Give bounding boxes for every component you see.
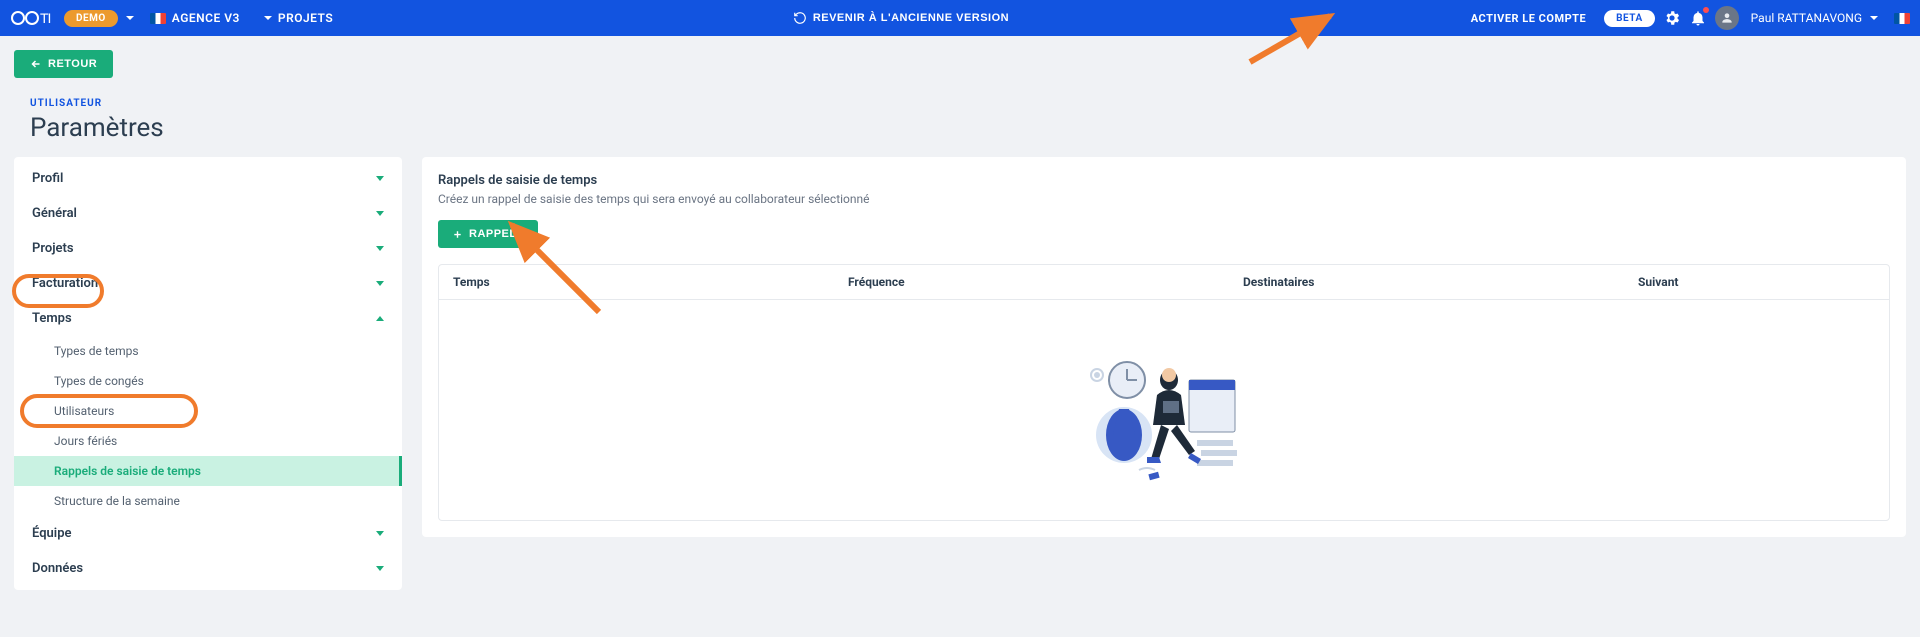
plus-icon [452,229,463,240]
arrow-left-icon [30,58,42,70]
sidebar-item-label: Structure de la semaine [54,494,180,508]
username[interactable]: Paul RATTANAVONG [1747,11,1862,25]
activate-account-button[interactable]: ACTIVER LE COMPTE [1461,12,1596,25]
chevron-down-icon [264,16,272,20]
projects-dropdown[interactable]: PROJETS [256,11,341,25]
bell-icon[interactable] [1689,9,1707,27]
panel-subtitle: Créez un rappel de saisie des temps qui … [438,192,1890,206]
col-frequence: Fréquence [848,275,1243,289]
main-panel: Rappels de saisie de temps Créez un rapp… [422,157,1906,537]
sidebar-section-label: Facturation [32,276,98,291]
sidebar-section-temps[interactable]: Temps [14,301,402,336]
sidebar-section-label: Profil [32,171,63,186]
sidebar-section-general[interactable]: Général [14,196,402,231]
history-icon [793,11,807,25]
logo-icon: TI [10,8,56,28]
beta-badge[interactable]: BETA [1604,10,1655,27]
sidebar-section-projets[interactable]: Projets [14,231,402,266]
sidebar-item-label: Jours fériés [54,434,117,448]
flag-fr-icon[interactable] [1894,13,1910,24]
chevron-down-icon[interactable] [1870,16,1878,20]
table-body-empty [439,300,1889,520]
sidebar: Profil Général Projets Facturation Temps [14,157,402,590]
chevron-down-icon [376,246,384,251]
sidebar-item-structure-semaine[interactable]: Structure de la semaine [14,486,402,516]
page-title: Paramètres [30,113,1906,143]
flag-fr-icon [150,13,166,24]
back-label: RETOUR [48,58,97,70]
sidebar-section-label: Temps [32,311,72,326]
col-destinataires: Destinataires [1243,275,1638,289]
svg-text:TI: TI [40,10,51,26]
layout: Profil Général Projets Facturation Temps [14,157,1906,590]
add-rappels-button[interactable]: RAPPELS [438,220,538,248]
back-button[interactable]: RETOUR [14,50,113,78]
agency-dropdown[interactable]: AGENCE V3 [142,11,248,25]
col-temps: Temps [453,275,848,289]
revert-version-button[interactable]: REVENIR À L'ANCIENNE VERSION [779,5,1023,31]
agency-label: AGENCE V3 [172,11,240,25]
sidebar-wrap: Profil Général Projets Facturation Temps [14,157,402,590]
sidebar-section-label: Général [32,206,77,221]
chevron-down-icon [376,531,384,536]
panel-title: Rappels de saisie de temps [438,173,1890,188]
logo[interactable]: TI [10,8,56,28]
gear-icon[interactable] [1663,9,1681,27]
chevron-down-icon[interactable] [126,16,134,20]
chevron-down-icon [376,566,384,571]
topbar-right: ACTIVER LE COMPTE BETA Paul RATTANAVONG [1461,6,1910,30]
topbar-center: REVENIR À L'ANCIENNE VERSION [341,5,1461,31]
sidebar-section-facturation[interactable]: Facturation [14,266,402,301]
chevron-down-icon [376,281,384,286]
revert-label: REVENIR À L'ANCIENNE VERSION [813,12,1009,24]
sidebar-item-label: Rappels de saisie de temps [54,464,201,478]
empty-state-illustration [1079,325,1249,495]
sidebar-section-profil[interactable]: Profil [14,161,402,196]
topbar: TI DEMO AGENCE V3 PROJETS REVENIR À L'AN… [0,0,1920,36]
chevron-up-icon [376,316,384,321]
col-suivant: Suivant [1638,275,1875,289]
sidebar-item-utilisateurs[interactable]: Utilisateurs [14,396,402,426]
table-header: Temps Fréquence Destinataires Suivant [439,265,1889,300]
sidebar-item-rappels-saisie[interactable]: Rappels de saisie de temps [14,456,402,486]
projects-label: PROJETS [278,11,333,25]
topbar-left: TI DEMO AGENCE V3 PROJETS [10,8,341,28]
sidebar-section-label: Projets [32,241,74,256]
page-eyebrow: UTILISATEUR [30,98,1906,109]
sidebar-item-types-temps[interactable]: Types de temps [14,336,402,366]
chevron-down-icon [376,176,384,181]
chevron-down-icon [376,211,384,216]
sidebar-item-label: Types de temps [54,344,139,358]
sidebar-item-label: Utilisateurs [54,404,114,418]
page: RETOUR UTILISATEUR Paramètres Profil Gén… [0,36,1920,604]
demo-badge: DEMO [64,10,118,27]
add-rappels-label: RAPPELS [469,228,524,240]
sidebar-item-label: Types de congés [54,374,144,388]
sidebar-section-donnees[interactable]: Données [14,551,402,586]
sidebar-item-jours-feries[interactable]: Jours fériés [14,426,402,456]
sidebar-item-types-conges[interactable]: Types de congés [14,366,402,396]
avatar[interactable] [1715,6,1739,30]
sidebar-section-label: Équipe [32,526,72,541]
sidebar-section-label: Données [32,561,83,576]
heading-block: UTILISATEUR Paramètres [30,98,1906,143]
rappels-table: Temps Fréquence Destinataires Suivant [438,264,1890,521]
sidebar-section-equipe[interactable]: Équipe [14,516,402,551]
